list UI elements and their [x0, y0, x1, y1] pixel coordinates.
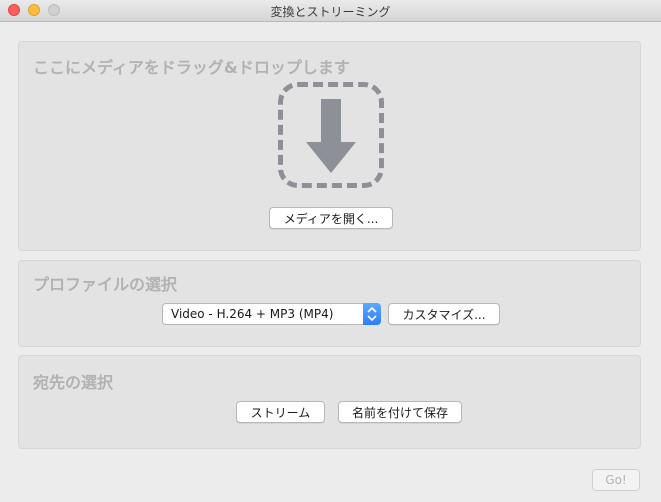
- profile-heading: プロファイルの選択: [33, 275, 178, 294]
- profile-select-value: Video - H.264 + MP3 (MP4): [171, 307, 334, 321]
- window-title: 変換とストリーミング: [270, 5, 391, 19]
- title-bar: 変換とストリーミング: [0, 0, 661, 22]
- customize-button[interactable]: カスタマイズ...: [388, 303, 500, 325]
- stream-button[interactable]: ストリーム: [236, 401, 325, 423]
- convert-stream-window: 変換とストリーミング ここにメディアをドラッグ&ドロップします メディアを開く.…: [0, 0, 661, 502]
- drop-label: ここにメディアをドラッグ&ドロップします: [33, 58, 350, 77]
- download-arrow-icon: [306, 99, 356, 173]
- destination-panel: 宛先の選択 ストリーム 名前を付けて保存: [18, 355, 641, 449]
- profile-select[interactable]: Video - H.264 + MP3 (MP4): [162, 303, 381, 325]
- drop-zone[interactable]: [278, 82, 384, 188]
- save-as-button[interactable]: 名前を付けて保存: [338, 401, 462, 423]
- go-button[interactable]: Go!: [592, 469, 640, 491]
- profile-panel: プロファイルの選択 Video - H.264 + MP3 (MP4) カスタマ…: [18, 260, 641, 347]
- up-down-chevron-icon: [363, 303, 381, 325]
- destination-heading: 宛先の選択: [33, 373, 114, 392]
- open-media-button[interactable]: メディアを開く...: [269, 207, 393, 229]
- media-drop-panel[interactable]: ここにメディアをドラッグ&ドロップします メディアを開く...: [18, 41, 641, 251]
